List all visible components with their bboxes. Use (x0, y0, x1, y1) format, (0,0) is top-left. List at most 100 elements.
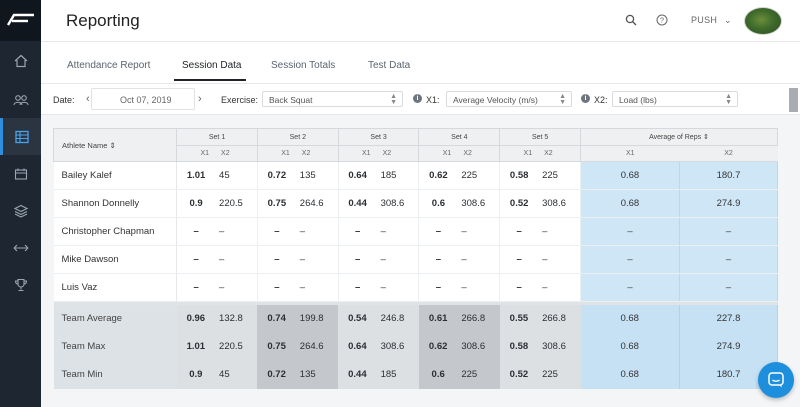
x2-value: Load (lbs) (619, 95, 657, 105)
set-x2-value: – (295, 273, 339, 302)
set-x1-value: – (176, 217, 216, 246)
avg-x2-value: – (679, 245, 779, 274)
tab-attendance-report[interactable]: Attendance Report (67, 60, 150, 71)
x2-subheader: X2 (295, 145, 339, 162)
prev-date-icon[interactable]: ‹ (86, 93, 90, 105)
scrollbar[interactable] (789, 88, 798, 112)
set-x1-value: 0.9 (176, 189, 216, 218)
set-x1-value: – (257, 273, 296, 302)
set-x2-value: 220.5 (215, 189, 258, 218)
set-x2-value: 45 (215, 161, 258, 190)
avg-x2-value: 274.9 (679, 189, 779, 218)
tab-session-data[interactable]: Session Data (182, 60, 241, 71)
athlete-name: Christopher Chapman (53, 217, 178, 246)
set-x1-value: – (499, 245, 539, 274)
set-x2-value: – (376, 217, 420, 246)
x1-subheader: X1 (176, 145, 216, 162)
next-date-icon[interactable]: › (198, 93, 202, 105)
team-set-x2-value: 266.8 (538, 304, 581, 333)
average-of-reps-header[interactable]: Average of Reps ⇕ (580, 128, 778, 146)
team-avg-x1-value: 0.68 (580, 304, 680, 333)
avg-x2-value: – (679, 273, 779, 302)
layers-icon[interactable] (0, 192, 41, 229)
set-4-header: Set 4 (418, 128, 501, 146)
set-x2-value: – (538, 217, 582, 246)
x2-info-icon[interactable]: i (581, 94, 590, 103)
x1-select[interactable]: Average Velocity (m/s) ▲ ▼ (446, 91, 572, 107)
user-menu-label: PUSH (691, 15, 718, 25)
app-root: Reporting ? PUSH ⌄ Attendance Report Ses… (0, 0, 800, 407)
set-x2-value: 225 (457, 161, 501, 190)
athlete-name: Luis Vaz (53, 273, 178, 302)
user-menu[interactable]: PUSH ⌄ (691, 15, 732, 26)
reporting-table-icon[interactable] (0, 118, 41, 155)
select-caret-icon: ▲ ▼ (559, 93, 566, 106)
active-tab-indicator (174, 79, 246, 81)
set-x1-value: 0.72 (257, 161, 296, 190)
athlete-row[interactable]: Christopher Chapman – – – – – – – – – – – – (53, 217, 779, 246)
exercise-label: Exercise: (221, 95, 259, 105)
athlete-name: Bailey Kalef (53, 161, 178, 190)
avatar[interactable] (744, 7, 782, 35)
team-set-x2-value: 246.8 (376, 304, 419, 333)
set-x2-value: – (295, 245, 339, 274)
exercise-select[interactable]: Back Squat ▲ ▼ (262, 91, 403, 107)
svg-text:?: ? (660, 16, 664, 25)
average-of-reps-label: Average of Reps (649, 134, 702, 141)
set-x2-value: 308.6 (376, 189, 420, 218)
set-x2-value: – (376, 245, 420, 274)
set-x2-value: – (215, 273, 258, 302)
logo[interactable] (0, 0, 41, 41)
team-set-x2-value: 308.6 (538, 332, 581, 361)
tab-test-data[interactable]: Test Data (368, 60, 410, 71)
avg-x1-value: – (580, 217, 680, 246)
team-set-x1-value: 0.54 (338, 304, 377, 333)
team-set-x1-value: 0.52 (499, 360, 539, 389)
session-data-table: Athlete Name ⇕ Set 1 Set 2 Set 3 Set 4 S… (52, 128, 779, 389)
set-x1-value: 0.6 (418, 189, 458, 218)
search-icon[interactable] (625, 13, 637, 31)
range-arrows-icon[interactable] (0, 229, 41, 266)
x1-value: Average Velocity (m/s) (453, 95, 538, 105)
athlete-name-header[interactable]: Athlete Name ⇕ (52, 128, 178, 162)
x2-subheader: X2 (679, 145, 778, 162)
set-x1-value: 0.58 (499, 161, 539, 190)
team-set-x2-value: 225 (538, 360, 581, 389)
athlete-row[interactable]: Mike Dawson – – – – – – – – – – – – (53, 245, 779, 274)
trophy-icon[interactable] (0, 266, 41, 303)
athlete-row[interactable]: Bailey Kalef 1.01 45 0.72 135 0.64 185 0.62 225 0… (53, 161, 779, 190)
chevron-down-icon: ⌄ (724, 15, 732, 25)
team-set-x1-value: 0.64 (338, 332, 377, 361)
tab-session-totals[interactable]: Session Totals (271, 60, 335, 71)
date-value: Oct 07, 2019 (120, 95, 172, 105)
set-x1-value: 0.44 (338, 189, 377, 218)
calendar-icon[interactable] (0, 155, 41, 192)
x1-info-icon[interactable]: i (413, 94, 422, 103)
x2-select[interactable]: Load (lbs) ▲ ▼ (612, 91, 738, 107)
set-x1-value: 0.64 (338, 161, 377, 190)
set-x1-value: – (418, 217, 458, 246)
team-set-x2-value: 264.6 (295, 332, 339, 361)
team-icon[interactable] (0, 81, 41, 118)
help-icon[interactable]: ? (656, 13, 668, 31)
set-x1-value: – (338, 273, 377, 302)
team-set-x2-value: 220.5 (215, 332, 258, 361)
x2-label: X2: (594, 95, 608, 105)
set-x1-value: – (418, 273, 458, 302)
team-row-label: Team Average (53, 304, 177, 333)
x2-subheader: X2 (376, 145, 420, 162)
x1-label: X1: (426, 95, 440, 105)
athlete-row[interactable]: Luis Vaz – – – – – – – – – – – – (53, 273, 779, 302)
page-title: Reporting (66, 11, 140, 30)
athlete-row[interactable]: Shannon Donnelly 0.9 220.5 0.75 264.6 0.44 308… (53, 189, 779, 218)
set-x1-value: 1.01 (176, 161, 216, 190)
team-row-label: Team Max (53, 332, 177, 361)
team-set-x1-value: 1.01 (176, 332, 216, 361)
set-x2-value: – (215, 245, 258, 274)
home-icon[interactable] (0, 42, 41, 79)
team-summary-row: Team Min 0.9 45 0.72 135 0.44 185 0.6 225 0.52 225… (53, 360, 779, 389)
x2-subheader: X2 (215, 145, 258, 162)
set-x1-value: 0.62 (418, 161, 458, 190)
team-set-x1-value: 0.44 (338, 360, 377, 389)
chat-button[interactable] (758, 362, 794, 398)
